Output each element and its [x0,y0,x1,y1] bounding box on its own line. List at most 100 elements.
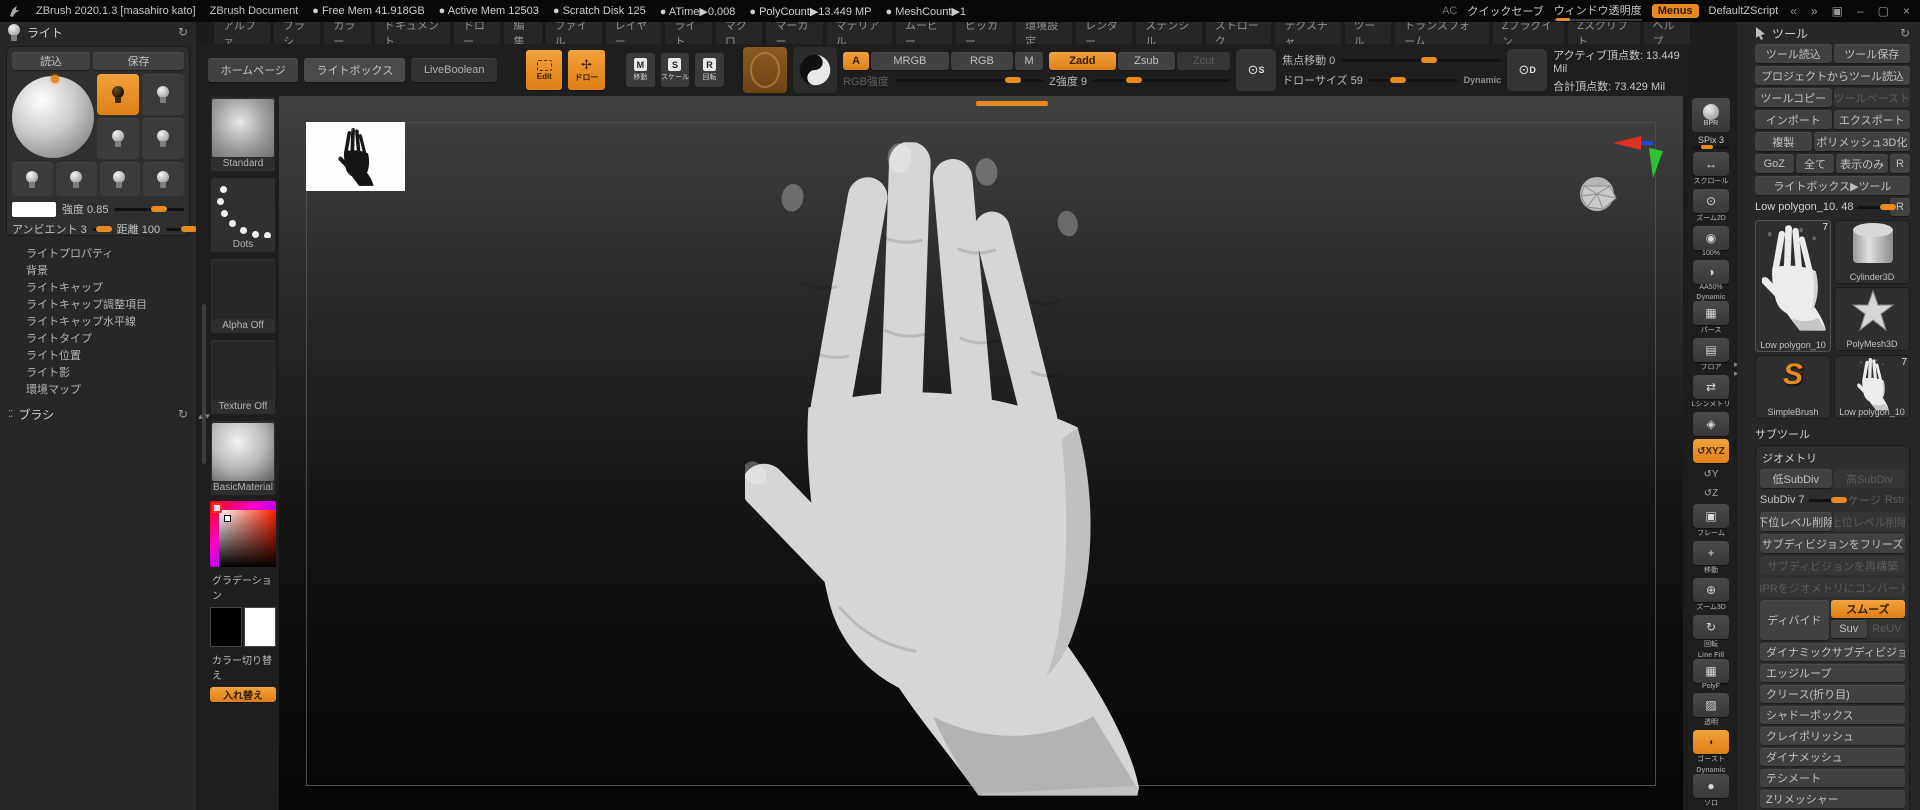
focal-shift-slider[interactable] [1341,56,1502,63]
move-button[interactable]: M 移動 [626,53,655,87]
restore-icon[interactable]: ▢ [1876,4,1891,18]
import-button[interactable]: インポート [1755,110,1832,129]
a-toggle-button[interactable]: A [843,51,870,70]
switch-color-label[interactable]: カラー切り替え [210,652,276,682]
shelf-item-icon[interactable]: ↔ [1693,152,1729,176]
light-save-button[interactable]: 保存 [92,52,184,70]
light-load-button[interactable]: 読込 [12,52,90,70]
shelf-item[interactable]: ▤ フロア [1691,338,1731,372]
goz-button[interactable]: GoZ [1755,154,1794,173]
rstr-button[interactable]: Rstr [1885,494,1905,506]
light-section-row[interactable]: ライト影 [0,363,196,380]
light-slot-7[interactable] [99,162,141,196]
sculpt-canvas[interactable] [279,96,1683,810]
mrgb-button[interactable]: MRGB [871,51,949,70]
minimize-icon[interactable]: – [1855,4,1866,18]
draw-size-slider[interactable] [1368,76,1458,83]
camera-view-sphere[interactable] [1575,174,1621,216]
shelf-item-icon[interactable]: ▦ [1693,301,1729,325]
goz-all-button[interactable]: 全て [1795,154,1835,173]
window-transparency-slider[interactable]: ウィンドウ透明度 [1553,2,1642,21]
subtool-section-header[interactable]: サブツール [1755,426,1910,442]
light-section-row[interactable]: ライトキャップ水平線 [0,312,196,329]
color-picker[interactable] [210,501,276,567]
shelf-item-icon[interactable]: ↺Y [1693,466,1729,482]
del-higher-button[interactable]: 上位レベル削除 [1833,512,1905,531]
bpr-render-button[interactable]: BPR [1692,98,1730,132]
shelf-item-icon[interactable]: ◑ [1693,260,1729,284]
cage-button[interactable]: ケージ [1848,492,1881,508]
tool-load-button[interactable]: ツール読込 [1755,44,1832,63]
homepage-button[interactable]: ホームページ [208,58,299,82]
rgb-button[interactable]: RGB [950,51,1014,70]
goz-visible-button[interactable]: 表示のみ [1836,154,1888,173]
shelf-item[interactable]: ▣ フレーム [1691,504,1731,538]
light-placement-sphere[interactable] [12,75,94,158]
zadd-button[interactable]: Zadd [1049,51,1116,70]
clone-button[interactable]: 複製 [1755,132,1812,151]
shelf-item-icon[interactable]: ◉ [1693,226,1729,250]
shelf-item-icon[interactable]: ⇄ [1693,375,1729,399]
shelf-item[interactable]: ◑ AA50% [1691,260,1731,291]
shelf-item-icon[interactable]: + [1693,541,1729,565]
geometry-row-button[interactable]: ダイナメッシュ [1760,748,1905,766]
shelf-item-icon[interactable]: ⊕ [1693,578,1729,602]
shelf-item[interactable]: ↺Y [1691,466,1731,482]
simplebrush-thumb[interactable]: S SimpleBrush [1755,355,1831,419]
shelf-item[interactable]: ↺Z [1691,485,1731,501]
shelf-item-icon[interactable]: ● [1693,774,1729,798]
light-position-dot[interactable] [51,75,59,83]
spix-handle[interactable] [1701,145,1713,149]
geometry-header[interactable]: ジオメトリ [1760,450,1905,466]
lower-subdiv-button[interactable]: 低SubDiv [1760,469,1832,488]
geometry-row-button[interactable]: エッジループ [1760,664,1905,682]
z-intensity-slider[interactable] [1093,77,1231,83]
shelf-item-icon[interactable]: ▤ [1693,338,1729,362]
shelf-item[interactable]: ⊙ ズーム2D [1691,189,1731,223]
default-zscript-button[interactable]: DefaultZScript [1709,5,1779,17]
higher-subdiv-button[interactable]: 高SubDiv [1833,469,1905,488]
light-slot-3[interactable] [97,118,139,159]
intensity-slider[interactable] [114,205,184,212]
shelf-item[interactable]: + 移動 [1691,541,1731,575]
transparency-handle[interactable] [1555,17,1570,21]
depth-preview-button[interactable]: ⊙ D [1507,49,1548,91]
gradient-toggle[interactable]: グラデーション [210,572,276,602]
brush-alpha-button[interactable] [743,47,788,93]
geometry-row-button[interactable]: シャドーボックス [1760,706,1905,724]
polymesh3d-thumb[interactable]: PolyMesh3D [1834,287,1910,351]
livebooolean-button[interactable]: LiveBoolean [411,58,498,82]
rgb-intensity-slider[interactable] [894,77,1044,83]
menus-toggle-button[interactable]: Menus [1651,4,1699,18]
shelf-item[interactable]: ↻ 回転 [1691,615,1731,649]
shelf-item[interactable]: ◈ [1691,412,1731,436]
shelf-item[interactable]: Dynamic ● ソロ [1691,767,1731,808]
light-section-row[interactable]: 環境マップ [0,380,196,397]
rotate-button[interactable]: R 回転 [695,53,724,87]
left-tray-toggle-icon[interactable]: « [1788,4,1799,18]
shelf-item[interactable]: ◉ 100% [1691,226,1731,257]
geometry-row-button[interactable]: Zリメッシャー [1760,790,1905,808]
freeze-subdiv-button[interactable]: サブディビジョンをフリーズ [1760,534,1905,553]
cascade-window-icon[interactable]: ▣ [1830,4,1845,18]
divide-button[interactable]: ディバイド [1760,600,1829,640]
swap-color-button[interactable]: 入れ替え [210,687,276,702]
shelf-item[interactable]: ↔ スクロール [1691,152,1731,186]
right-tray-toggle-icon[interactable]: » [1809,4,1820,18]
tool-paste-button[interactable]: ツールペースト [1833,88,1910,107]
smooth-toggle-button[interactable]: スムーズ [1830,600,1905,618]
active-tool-thumb[interactable]: 7 Low polygon_10 [1755,220,1831,352]
edit-button[interactable]: Edit [526,50,563,90]
bpr-convert-button[interactable]: BPRをジオメトリにコンバート [1760,578,1905,597]
light-section-row[interactable]: ライトタイプ [0,329,196,346]
light-slot-2[interactable] [142,74,184,115]
tool-copy-button[interactable]: ツールコピー [1755,88,1832,107]
light-section-row[interactable]: 背景 [0,261,196,278]
subdiv-slider[interactable] [1808,496,1847,503]
shelf-item[interactable]: ◖ ゴースト [1691,730,1731,764]
export-button[interactable]: エクスポート [1833,110,1910,129]
shelf-item-icon[interactable]: ▣ [1693,504,1729,528]
light-slot-1[interactable] [97,74,139,115]
light-slot-6[interactable] [55,162,97,196]
geometry-row-button[interactable]: ダイナミックサブディビジョン [1760,643,1905,661]
